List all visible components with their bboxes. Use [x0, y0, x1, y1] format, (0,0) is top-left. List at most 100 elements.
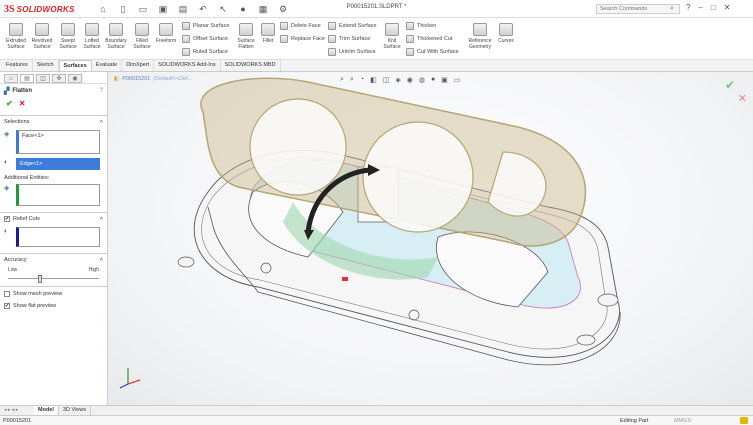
face-selection-icon: ◈	[4, 131, 10, 138]
replace-face-button[interactable]: Replace Face	[280, 34, 325, 44]
untrim-surface-button[interactable]: Untrim Surface	[328, 47, 376, 57]
tab-features[interactable]: Features	[2, 60, 33, 71]
offset-surface-button[interactable]: Offset Surface	[182, 34, 228, 44]
collapse-chevron-icon[interactable]: ˄	[100, 216, 103, 222]
panel-tabs: ⌂ ▤ ◫ ✜ ◉	[0, 72, 107, 84]
surface-flatten-button[interactable]: Surface Flatten	[234, 23, 258, 50]
lofted-surface-icon	[85, 23, 99, 36]
thicken-button[interactable]: Thicken	[406, 21, 436, 31]
cut-with-surface-button[interactable]: Cut With Surface	[406, 47, 459, 57]
ruled-surface-icon	[182, 48, 190, 56]
boundary-surface-button[interactable]: Boundary Surface	[104, 23, 128, 50]
minimize-button[interactable]: –	[698, 3, 702, 12]
edge-selection-box[interactable]: Edge<1>	[16, 158, 100, 170]
reference-geometry-icon	[473, 23, 487, 36]
trim-surface-icon	[328, 35, 336, 43]
x-axis-icon	[127, 379, 141, 385]
surface-flatten-icon	[239, 23, 253, 36]
tab-solidworks-add-ins[interactable]: SOLIDWORKS Add-Ins	[154, 60, 221, 71]
delete-face-icon	[280, 22, 288, 30]
fillet-button[interactable]: Fillet	[256, 23, 280, 44]
display-manager-tab[interactable]: ◉	[68, 74, 82, 83]
curves-icon	[499, 23, 513, 36]
additional-entities-box[interactable]	[16, 184, 100, 206]
command-tabs: Features Sketch Surfaces Evaluate DimXpe…	[0, 60, 753, 72]
extend-surface-icon	[328, 22, 336, 30]
lofted-surface-button[interactable]: Lofted Surface	[80, 23, 104, 50]
show-mesh-preview-row[interactable]: Show mesh preview	[0, 286, 107, 300]
graphics-area[interactable]: ◧ P00015201 (Default<<Def... ⌕ ⌕ ◔ ◧ ◫ ◈…	[108, 72, 753, 405]
tab-dimxpert[interactable]: DimXpert	[122, 60, 155, 71]
dimxpert-manager-tab[interactable]: ✜	[52, 74, 66, 83]
search-icon[interactable]: ⌕	[670, 5, 674, 13]
mounting-lug	[177, 256, 195, 268]
extruded-surface-button[interactable]: Extruded Surface	[4, 23, 28, 50]
search-commands[interactable]: ⌕	[596, 4, 680, 14]
face-selection-box[interactable]: Face<1>	[16, 130, 100, 154]
help-button[interactable]: ?	[686, 3, 690, 12]
freeform-button[interactable]: Freeform	[154, 23, 178, 44]
ok-button[interactable]: ✔	[6, 99, 13, 108]
property-manager-title: Flatten	[12, 88, 33, 94]
flatten-preview-hole	[249, 98, 347, 196]
tab-model[interactable]: Model	[34, 406, 59, 415]
accuracy-slider[interactable]	[8, 275, 99, 283]
bottom-tabs: ◂ ▸ ◂ ▸ Model 3D Views	[0, 405, 753, 415]
offset-surface-icon	[182, 35, 190, 43]
part-model[interactable]	[108, 72, 753, 405]
tab-3d-views[interactable]: 3D Views	[59, 406, 92, 415]
tab-scroll-arrows[interactable]: ◂ ▸ ◂ ▸	[2, 406, 34, 415]
feature-manager-tab[interactable]: ⌂	[4, 74, 18, 83]
extend-surface-button[interactable]: Extend Surface	[328, 21, 377, 31]
status-units[interactable]: MMGS	[674, 418, 691, 424]
accuracy-slider-thumb[interactable]	[38, 275, 43, 283]
property-manager-tab[interactable]: ▤	[20, 74, 34, 83]
notification-icon[interactable]	[740, 417, 748, 424]
accuracy-slider-labels: Low High	[0, 266, 107, 274]
help-icon[interactable]: ?	[100, 88, 103, 94]
thickened-cut-button[interactable]: Thickened Cut	[406, 34, 452, 44]
delete-face-button[interactable]: Delete Face	[280, 21, 321, 31]
tab-evaluate[interactable]: Evaluate	[92, 60, 123, 71]
trim-surface-button[interactable]: Trim Surface	[328, 34, 370, 44]
accuracy-low-label: Low	[8, 267, 18, 273]
collapse-chevron-icon[interactable]: ˄	[100, 257, 103, 263]
tab-surfaces[interactable]: Surfaces	[58, 60, 92, 71]
selections-section-header[interactable]: Selections ˄	[0, 115, 107, 128]
untrim-surface-icon	[328, 48, 336, 56]
revolved-surface-button[interactable]: Revolved Surface	[30, 23, 54, 50]
status-editing-mode: Editing Part	[620, 418, 649, 424]
swept-surface-button[interactable]: Swept Surface	[56, 23, 80, 50]
knit-surface-button[interactable]: Knit Surface	[380, 23, 404, 50]
tab-solidworks-mbd[interactable]: SOLIDWORKS MBD	[221, 60, 281, 71]
additional-entities-label: Additional Entities:	[4, 175, 50, 181]
close-button[interactable]: ✕	[724, 3, 731, 12]
accuracy-section-header[interactable]: Accuracy ˄	[0, 253, 107, 266]
face-selection-row: ◈ Face<1>	[0, 128, 107, 156]
face-selection-item[interactable]: Face<1>	[22, 133, 44, 139]
ruled-surface-button[interactable]: Ruled Surface	[182, 47, 228, 57]
show-flat-preview-checkbox[interactable]: ✔	[4, 303, 10, 309]
mounting-lug	[597, 293, 619, 307]
configuration-manager-tab[interactable]: ◫	[36, 74, 50, 83]
planar-surface-button[interactable]: Planar Surface	[182, 21, 229, 31]
curves-button[interactable]: Curves	[494, 23, 518, 44]
cancel-button[interactable]: ✕	[19, 99, 26, 108]
fillet-icon	[261, 23, 275, 36]
replace-face-icon	[280, 35, 288, 43]
tab-sketch[interactable]: Sketch	[33, 60, 59, 71]
edge-selection-item[interactable]: Edge<1>	[20, 161, 42, 167]
relief-cuts-box[interactable]	[16, 227, 100, 247]
property-manager-panel: ⌂ ▤ ◫ ✜ ◉ ▞ Flatten ? ✔ ✕ Selections ˄ ◈…	[0, 72, 108, 405]
filled-surface-button[interactable]: Filled Surface	[130, 23, 154, 50]
relief-cut-sketch-icon: ◐	[4, 228, 9, 235]
show-mesh-preview-checkbox[interactable]	[4, 291, 10, 297]
reference-geometry-button[interactable]: Reference Geometry	[466, 23, 494, 50]
restore-button[interactable]: □	[711, 3, 716, 12]
search-input[interactable]	[600, 6, 670, 12]
show-flat-preview-row[interactable]: ✔ Show flat preview	[0, 300, 107, 312]
relief-cuts-checkbox[interactable]: ✔	[4, 216, 10, 222]
relief-cuts-section-header[interactable]: ✔ Relief Cuts ˄	[0, 212, 107, 225]
freeform-icon	[159, 23, 173, 36]
collapse-chevron-icon[interactable]: ˄	[100, 119, 103, 125]
